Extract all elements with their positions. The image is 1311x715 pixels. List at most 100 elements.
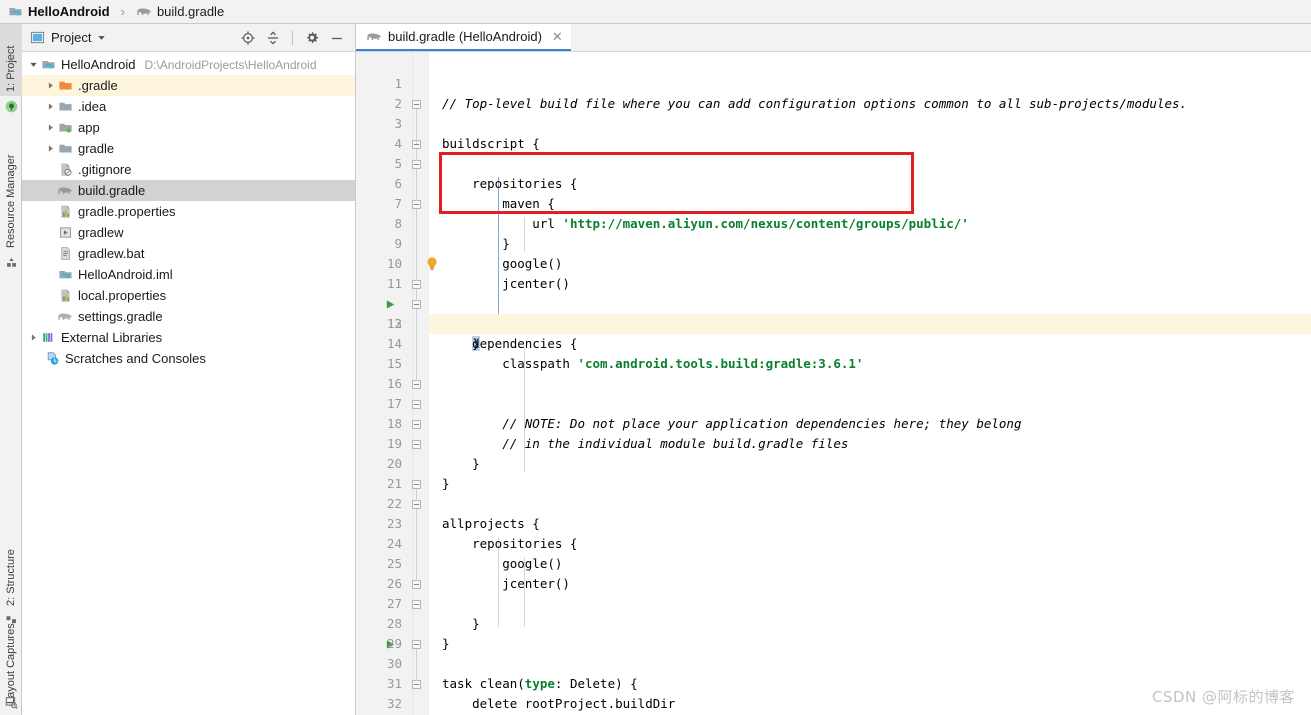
fold-marker-line12[interactable] (412, 280, 421, 289)
folder-orange-icon (57, 78, 73, 94)
code-line: 31 delete rootProject.buildDir (356, 654, 1311, 711)
breadcrumb-file[interactable]: build.gradle (157, 4, 224, 19)
code-editor[interactable]: 1 // Top-level build file where you can … (356, 52, 1311, 715)
tree-row-gradlew[interactable]: gradlew (22, 222, 355, 243)
tree-row-gradle-properties[interactable]: gradle.properties (22, 201, 355, 222)
line-number: 11 (386, 276, 402, 291)
tree-label: .idea (78, 99, 107, 114)
project-panel-label: Project (51, 30, 92, 45)
minimize-icon[interactable] (329, 30, 345, 46)
fold-marker-line18[interactable] (412, 400, 421, 409)
fold-connector (416, 289, 417, 301)
line-text: maven { (442, 196, 555, 211)
expand-arrow-down-icon[interactable] (27, 58, 40, 71)
android-module-icon (8, 4, 23, 19)
line-number: 24 (386, 536, 402, 551)
tree-row-dot-gradle[interactable]: .gradle (22, 75, 355, 96)
tree-label: settings.gradle (78, 309, 163, 324)
line-text: buildscript { (442, 136, 540, 151)
line-text: } (442, 616, 480, 631)
tree-row-local-properties[interactable]: local.properties (22, 285, 355, 306)
left-tool-strip: 1: Project Resource Manager 2: Structure (0, 24, 22, 715)
fold-marker-line8[interactable] (412, 200, 421, 209)
fold-marker-line19[interactable] (412, 420, 421, 429)
tree-row-gradle-folder[interactable]: gradle (22, 138, 355, 159)
project-tree[interactable]: HelloAndroid D:\AndroidProjects\HelloAnd… (22, 52, 355, 369)
fold-connector (416, 109, 417, 144)
fold-connector (416, 209, 417, 281)
tab-build-gradle[interactable]: build.gradle (HelloAndroid) ✕ (356, 24, 571, 51)
tree-label: gradlew (78, 225, 124, 240)
tree-row-gradlew-bat[interactable]: gradlew.bat (22, 243, 355, 264)
collapse-all-icon[interactable] (265, 30, 281, 46)
fold-connector (416, 489, 417, 501)
android-module-icon (40, 57, 56, 73)
fold-marker-line23[interactable] (412, 500, 421, 509)
project-panel-title[interactable]: Project (30, 30, 106, 45)
editor-tab-bar: build.gradle (HelloAndroid) ✕ (356, 24, 1311, 52)
tree-label: .gradle (78, 78, 118, 93)
line-number: 3 (394, 116, 402, 131)
project-panel-header: Project (22, 24, 355, 52)
sidebar-item-project[interactable]: 1: Project (0, 24, 22, 96)
expand-arrow-right-icon[interactable] (44, 100, 57, 113)
expand-arrow-right-icon[interactable] (27, 331, 40, 344)
tree-row-external-libraries[interactable]: External Libraries (22, 327, 355, 348)
sidebar-item-resource-manager[interactable]: Resource Manager (0, 124, 22, 252)
fold-marker-line6[interactable] (412, 160, 421, 169)
fold-marker-line22[interactable] (412, 480, 421, 489)
fold-connector (416, 149, 417, 161)
code-line: 2 (356, 74, 1311, 111)
fold-marker-line32[interactable] (412, 680, 421, 689)
line-number: 1 (394, 76, 402, 91)
gear-icon[interactable] (304, 30, 320, 46)
run-gutter-icon-line13[interactable] (385, 298, 396, 309)
code-line: 22 allprojects { (356, 474, 1311, 531)
tree-row-settings-gradle[interactable]: settings.gradle (22, 306, 355, 327)
chevron-down-icon[interactable] (97, 33, 106, 42)
line7-url-string: 'http://maven.aliyun.com/nexus/content/g… (562, 216, 969, 231)
line-text: repositories { (442, 536, 578, 551)
line-number: 28 (386, 616, 402, 631)
tree-row-dot-idea[interactable]: .idea (22, 96, 355, 117)
line-text: url 'http://maven.aliyun.com/nexus/conte… (442, 214, 969, 234)
close-icon[interactable]: ✕ (552, 29, 563, 45)
fold-marker-line30[interactable] (412, 640, 421, 649)
scratches-icon (44, 351, 60, 367)
tree-row-scratches[interactable]: Scratches and Consoles (22, 348, 355, 369)
fold-marker-line28[interactable] (412, 600, 421, 609)
tab-label: build.gradle (HelloAndroid) (388, 29, 542, 44)
tree-row-app[interactable]: app (22, 117, 355, 138)
tree-row-iml[interactable]: HelloAndroid.iml (22, 264, 355, 285)
tree-row-helloandroid[interactable]: HelloAndroid D:\AndroidProjects\HelloAnd… (22, 54, 355, 75)
line-text: // Top-level build file where you can ad… (442, 96, 1188, 111)
breadcrumb-project[interactable]: HelloAndroid (28, 4, 110, 19)
keyword-type: type (524, 676, 555, 691)
fold-marker-line3[interactable] (412, 100, 421, 109)
intention-bulb-icon[interactable] (425, 256, 439, 275)
locate-icon[interactable] (240, 30, 256, 46)
fold-marker-line27[interactable] (412, 580, 421, 589)
expand-arrow-right-icon[interactable] (44, 142, 57, 155)
fold-connector (416, 169, 417, 201)
gradle-elephant-icon (136, 5, 152, 19)
tree-label: .gitignore (78, 162, 132, 177)
line-number: 30 (386, 656, 402, 671)
line-text: classpath 'com.android.tools.build:gradl… (442, 354, 863, 374)
fold-connector (416, 509, 417, 581)
sidebar-item-layout-captures[interactable]: Layout Captures (0, 596, 22, 708)
fold-marker-line20[interactable] (412, 440, 421, 449)
layout-captures-tab-label: Layout Captures (5, 623, 17, 704)
project-tab-label: 1: Project (5, 45, 17, 92)
editor-area: build.gradle (HelloAndroid) ✕ 1 // Top-l… (356, 24, 1311, 715)
code-line: 14 classpath 'com.android.tools.build:gr… (356, 314, 1311, 371)
line-number: 19 (386, 436, 402, 451)
expand-arrow-right-icon[interactable] (44, 121, 57, 134)
line14-classpath-string: 'com.android.tools.build:gradle:3.6.1' (577, 356, 864, 371)
tree-row-build-gradle[interactable]: build.gradle (22, 180, 355, 201)
expand-arrow-right-icon[interactable] (44, 79, 57, 92)
fold-marker-line13[interactable] (412, 300, 421, 309)
gradle-elephant-icon (366, 30, 382, 44)
fold-marker-line17[interactable] (412, 380, 421, 389)
tree-row-gitignore[interactable]: .gitignore (22, 159, 355, 180)
